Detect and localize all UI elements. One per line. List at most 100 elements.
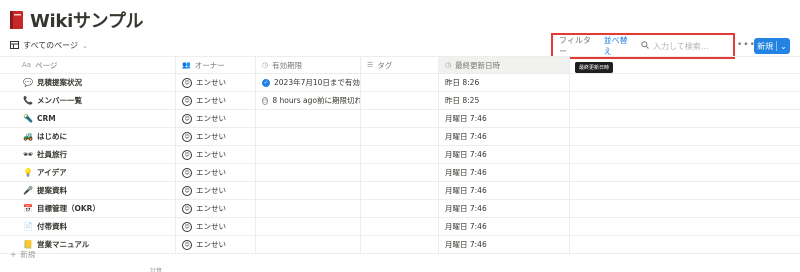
view-switcher[interactable]: すべてのページ ⌄ xyxy=(10,40,88,51)
table-row[interactable]: 📄 付帯資料 ☺ エンせい 月曜日 7:46 xyxy=(0,218,800,236)
empty-cell xyxy=(570,110,800,127)
page-name[interactable]: 提案資料 xyxy=(37,185,67,196)
page-cell[interactable]: 📞 メンバー一覧 xyxy=(0,92,176,109)
table-row[interactable]: 🔦 CRM ☺ エンせい 月曜日 7:46 xyxy=(0,110,800,128)
due-cell[interactable] xyxy=(256,218,361,235)
empty-cell xyxy=(570,164,800,181)
updated-cell: 月曜日 7:46 xyxy=(439,128,570,145)
table-body: 💬 見積提案状況 ☺ エンせい ✓ 2023年7月10日まで有効 昨日 8:26 📞 メンバー一… xyxy=(0,74,800,254)
search-input[interactable] xyxy=(653,41,733,51)
page-name[interactable]: 見積提案状況 xyxy=(37,77,82,88)
calculate-label[interactable]: 計算 xyxy=(150,266,162,272)
table-row[interactable]: 🕶 社員旅行 ☺ エンせい 月曜日 7:46 xyxy=(0,146,800,164)
tag-cell[interactable] xyxy=(361,182,439,199)
owner-cell[interactable]: ☺ エンせい xyxy=(176,92,256,109)
owner-cell[interactable]: ☺ エンせい xyxy=(176,128,256,145)
due-cell[interactable] xyxy=(256,164,361,181)
tag-cell[interactable] xyxy=(361,200,439,217)
page-name[interactable]: 社員旅行 xyxy=(37,149,67,160)
owner-cell[interactable]: ☺ エンせい xyxy=(176,218,256,235)
column-header-page[interactable]: Aa ページ xyxy=(0,57,176,73)
empty-cell xyxy=(570,74,800,91)
filter-button[interactable]: フィルター xyxy=(559,35,596,57)
search-icon[interactable] xyxy=(641,41,649,51)
due-cell[interactable] xyxy=(256,146,361,163)
due-cell[interactable]: ✓ 2023年7月10日まで有効 xyxy=(256,74,361,91)
page-cell[interactable]: 💬 見積提案状況 xyxy=(0,74,176,91)
empty-cell xyxy=(570,236,800,253)
table-row[interactable]: 📅 目標管理（OKR） ☺ エンせい 月曜日 7:46 xyxy=(0,200,800,218)
text-property-icon: Aa xyxy=(22,61,32,69)
updated-cell: 昨日 8:26 xyxy=(439,74,570,91)
page-name[interactable]: CRM xyxy=(37,114,56,123)
owner-cell[interactable]: ☺ エンせい xyxy=(176,164,256,181)
chevron-down-icon[interactable]: ⌄ xyxy=(780,42,787,51)
page-cell[interactable]: 📄 付帯資料 xyxy=(0,218,176,235)
tag-cell[interactable] xyxy=(361,236,439,253)
owner-cell[interactable]: ☺ エンせい xyxy=(176,146,256,163)
owner-name: エンせい xyxy=(196,150,226,159)
owner-cell[interactable]: ☺ エンせい xyxy=(176,110,256,127)
owner-cell[interactable]: ☺ エンせい xyxy=(176,200,256,217)
avatar: ☺ xyxy=(182,167,192,178)
table-row[interactable]: 📒 営業マニュアル ☺ エンせい 月曜日 7:46 xyxy=(0,236,800,254)
page-name[interactable]: 付帯資料 xyxy=(37,221,67,232)
due-cell[interactable] xyxy=(256,110,361,127)
tag-cell[interactable] xyxy=(361,164,439,181)
list-icon: ☰ xyxy=(367,61,374,69)
page-name[interactable]: はじめに xyxy=(37,131,67,142)
sort-button[interactable]: 並べ替え xyxy=(604,35,633,57)
page-name[interactable]: メンバー一覧 xyxy=(37,95,82,106)
due-cell[interactable] xyxy=(256,236,361,253)
due-cell[interactable] xyxy=(256,182,361,199)
page-cell[interactable]: 🎤 提案資料 xyxy=(0,182,176,199)
avatar: ☺ xyxy=(182,149,192,160)
owner-cell[interactable]: ☺ エンせい xyxy=(176,74,256,91)
page-cell[interactable]: 💡 アイデア xyxy=(0,164,176,181)
due-cell[interactable] xyxy=(256,200,361,217)
owner-name: エンせい xyxy=(196,96,226,105)
tag-cell[interactable] xyxy=(361,74,439,91)
column-label: 最終更新日時 xyxy=(455,60,501,70)
page-cell[interactable]: 🕶 社員旅行 xyxy=(0,146,176,163)
add-row-button[interactable]: + 新規 xyxy=(10,249,35,260)
column-header-owner[interactable]: 👥 オーナー xyxy=(176,57,256,73)
tag-cell[interactable] xyxy=(361,146,439,163)
owner-name: エンせい xyxy=(196,240,226,249)
page-name[interactable]: 目標管理（OKR） xyxy=(37,203,100,214)
table-row[interactable]: 🚜 はじめに ☺ エンせい 月曜日 7:46 xyxy=(0,128,800,146)
column-header-due[interactable]: ◷ 有効期限 xyxy=(256,57,361,73)
due-cell[interactable]: ◷ 8 hours ago前に期限切れ xyxy=(256,92,361,109)
column-header-updated[interactable]: ◷ 最終更新日時 xyxy=(439,57,570,73)
avatar: ☺ xyxy=(182,203,192,214)
tag-cell[interactable] xyxy=(361,218,439,235)
page-cell[interactable]: 🚜 はじめに xyxy=(0,128,176,145)
table-row[interactable]: 💡 アイデア ☺ エンせい 月曜日 7:46 xyxy=(0,164,800,182)
avatar: ☺ xyxy=(182,185,192,196)
search-box[interactable] xyxy=(641,41,733,51)
due-cell[interactable] xyxy=(256,128,361,145)
page-name[interactable]: 営業マニュアル xyxy=(37,239,89,250)
table-row[interactable]: 📞 メンバー一覧 ☺ エンせい ◷ 8 hours ago前に期限切れ 昨日 8:25 xyxy=(0,92,800,110)
page-cell[interactable]: 📅 目標管理（OKR） xyxy=(0,200,176,217)
tag-cell[interactable] xyxy=(361,128,439,145)
page-icon: 📄 xyxy=(23,222,33,231)
owner-cell[interactable]: ☺ エンせい xyxy=(176,236,256,253)
page-icon: 📅 xyxy=(23,204,33,213)
column-header-tag[interactable]: ☰ タグ xyxy=(361,57,439,73)
owner-cell[interactable]: ☺ エンせい xyxy=(176,182,256,199)
avatar: ☺ xyxy=(182,77,192,88)
column-label: オーナー xyxy=(194,60,225,70)
tag-cell[interactable] xyxy=(361,110,439,127)
tag-cell[interactable] xyxy=(361,92,439,109)
page-name[interactable]: アイデア xyxy=(37,167,67,178)
column-label: ページ xyxy=(35,60,58,70)
new-button[interactable]: 新規 ⌄ xyxy=(754,38,790,54)
table-row[interactable]: 💬 見積提案状況 ☺ エンせい ✓ 2023年7月10日まで有効 昨日 8:26 xyxy=(0,74,800,92)
owner-name: エンせい xyxy=(196,186,226,195)
updated-cell: 月曜日 7:46 xyxy=(439,182,570,199)
page-cell[interactable]: 🔦 CRM xyxy=(0,110,176,127)
page-icon: 🕶 xyxy=(22,150,34,159)
table-row[interactable]: 🎤 提案資料 ☺ エンせい 月曜日 7:46 xyxy=(0,182,800,200)
column-label: 有効期限 xyxy=(272,60,303,70)
